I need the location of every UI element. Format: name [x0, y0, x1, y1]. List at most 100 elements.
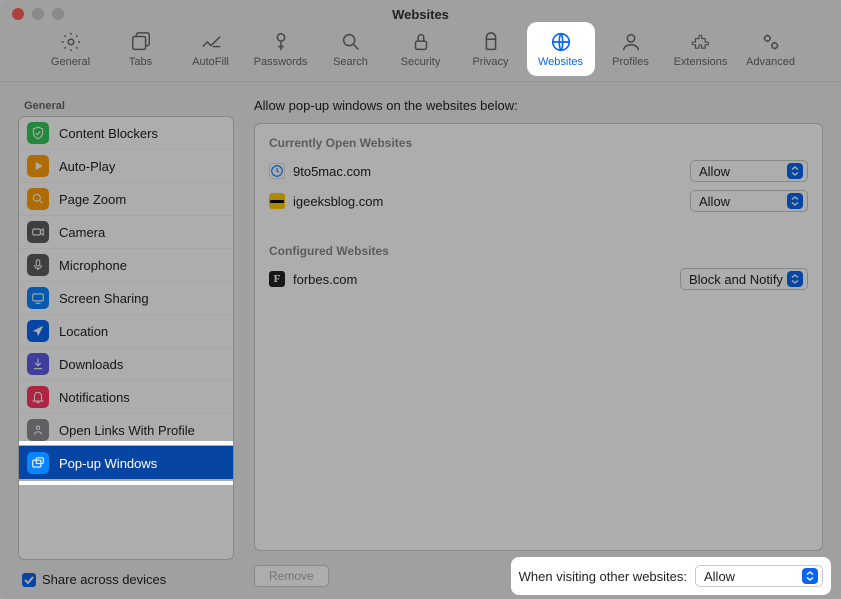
website-row[interactable]: Fforbes.comBlock and Notify	[255, 264, 822, 294]
bell-icon	[27, 386, 49, 408]
toolbar-search[interactable]: Search	[325, 30, 377, 68]
sidebar-item-pop-up-windows[interactable]: Pop-up Windows	[19, 446, 233, 479]
toolbar-label: Privacy	[472, 56, 508, 68]
window-title: Websites	[0, 7, 841, 22]
sidebar-item-label: Screen Sharing	[59, 291, 149, 306]
dropdown-value: Block and Notify	[689, 272, 783, 287]
sidebar-item-label: Downloads	[59, 357, 123, 372]
mic-icon	[27, 254, 49, 276]
section-header: Currently Open Websites	[255, 132, 822, 156]
toolbar-profiles[interactable]: Profiles	[605, 30, 657, 68]
websites-icon	[549, 30, 573, 54]
sidebar-item-label: Notifications	[59, 390, 130, 405]
toolbar-security[interactable]: Security	[395, 30, 447, 68]
sidebar-item-open-links-with-profile[interactable]: Open Links With Profile	[19, 413, 233, 446]
website-permission-dropdown[interactable]: Block and Notify	[680, 268, 808, 290]
toolbar-label: General	[51, 56, 90, 68]
toolbar-label: Websites	[538, 56, 583, 68]
profile-link-icon	[27, 419, 49, 441]
sidebar-header: General	[18, 98, 234, 116]
other-websites-value: Allow	[704, 569, 735, 584]
popup-icon	[27, 452, 49, 474]
section-header: Configured Websites	[255, 240, 822, 264]
favicon-icon: F	[269, 271, 285, 287]
main-title: Allow pop-up windows on the websites bel…	[254, 98, 823, 113]
website-row[interactable]: igeeksblog.com Allow	[255, 186, 822, 216]
chevron-updown-icon	[802, 568, 818, 584]
chevron-updown-icon	[787, 163, 803, 179]
toolbar-label: Tabs	[129, 56, 152, 68]
website-permission-dropdown[interactable]: Allow	[690, 190, 808, 212]
sidebar-item-auto-play[interactable]: Auto-Play	[19, 149, 233, 182]
sidebar-item-label: Pop-up Windows	[59, 456, 157, 471]
other-websites-dropdown[interactable]: Allow	[695, 565, 823, 587]
sidebar-item-microphone[interactable]: Microphone	[19, 248, 233, 281]
toolbar-tabs[interactable]: Tabs	[115, 30, 167, 68]
security-icon	[409, 30, 433, 54]
toolbar-autofill[interactable]: AutoFill	[185, 30, 237, 68]
toolbar-general[interactable]: General	[45, 30, 97, 68]
share-checkbox[interactable]	[22, 573, 36, 587]
other-websites-control: When visiting other websites: Allow	[519, 565, 823, 587]
websites-box: Currently Open Websites9to5mac.comAllowi…	[254, 123, 823, 551]
arrow-icon	[27, 320, 49, 342]
sidebar-item-label: Location	[59, 324, 108, 339]
sidebar-item-label: Page Zoom	[59, 192, 126, 207]
website-row[interactable]: 9to5mac.com Allow	[255, 156, 822, 186]
sidebar: General Content Blockers Auto-Play Page Zo…	[18, 98, 234, 587]
preferences-toolbar: General Tabs AutoFill Passwords Search Securi…	[0, 28, 841, 82]
website-permission-dropdown[interactable]: Allow	[690, 160, 808, 182]
toolbar-label: Security	[401, 56, 441, 68]
general-icon	[59, 30, 83, 54]
sidebar-item-label: Microphone	[59, 258, 127, 273]
passwords-icon	[269, 30, 293, 54]
share-across-devices-row[interactable]: Share across devices	[18, 560, 234, 587]
tabs-icon	[129, 30, 153, 54]
toolbar-extensions[interactable]: Extensions	[675, 30, 727, 68]
sidebar-item-notifications[interactable]: Notifications	[19, 380, 233, 413]
shield-check-icon	[27, 122, 49, 144]
favicon-icon	[269, 193, 285, 209]
toolbar-websites[interactable]: Websites	[535, 30, 587, 68]
screen-icon	[27, 287, 49, 309]
toolbar-passwords[interactable]: Passwords	[255, 30, 307, 68]
sidebar-item-location[interactable]: Location	[19, 314, 233, 347]
dropdown-value: Allow	[699, 164, 730, 179]
toolbar-label: Search	[333, 56, 368, 68]
camera-icon	[27, 221, 49, 243]
toolbar-label: Extensions	[674, 56, 728, 68]
toolbar-advanced[interactable]: Advanced	[745, 30, 797, 68]
sidebar-item-page-zoom[interactable]: Page Zoom	[19, 182, 233, 215]
sidebar-item-downloads[interactable]: Downloads	[19, 347, 233, 380]
toolbar-label: Profiles	[612, 56, 649, 68]
download-icon	[27, 353, 49, 375]
share-label: Share across devices	[42, 572, 166, 587]
sidebar-item-label: Auto-Play	[59, 159, 115, 174]
sidebar-item-label: Content Blockers	[59, 126, 158, 141]
toolbar-label: Passwords	[254, 56, 308, 68]
other-websites-label: When visiting other websites:	[519, 569, 687, 584]
sidebar-item-label: Open Links With Profile	[59, 423, 195, 438]
dropdown-value: Allow	[699, 194, 730, 209]
toolbar-privacy[interactable]: Privacy	[465, 30, 517, 68]
titlebar: Websites	[0, 0, 841, 28]
preferences-window: Websites General Tabs AutoFill Passwords Sea…	[0, 0, 841, 599]
search-icon	[339, 30, 363, 54]
sidebar-item-camera[interactable]: Camera	[19, 215, 233, 248]
remove-button[interactable]: Remove	[254, 565, 329, 587]
sidebar-item-label: Camera	[59, 225, 105, 240]
extensions-icon	[689, 30, 713, 54]
main-panel: Allow pop-up windows on the websites bel…	[254, 98, 823, 587]
zoom-icon	[27, 188, 49, 210]
privacy-icon	[479, 30, 503, 54]
website-domain: igeeksblog.com	[293, 194, 682, 209]
sidebar-item-content-blockers[interactable]: Content Blockers	[19, 117, 233, 149]
content-area: General Content Blockers Auto-Play Page Zo…	[0, 82, 841, 599]
favicon-icon	[269, 163, 285, 179]
sidebar-item-screen-sharing[interactable]: Screen Sharing	[19, 281, 233, 314]
profiles-icon	[619, 30, 643, 54]
sidebar-list: Content Blockers Auto-Play Page Zoom Camera…	[18, 116, 234, 560]
toolbar-label: AutoFill	[192, 56, 229, 68]
chevron-updown-icon	[787, 193, 803, 209]
website-domain: 9to5mac.com	[293, 164, 682, 179]
